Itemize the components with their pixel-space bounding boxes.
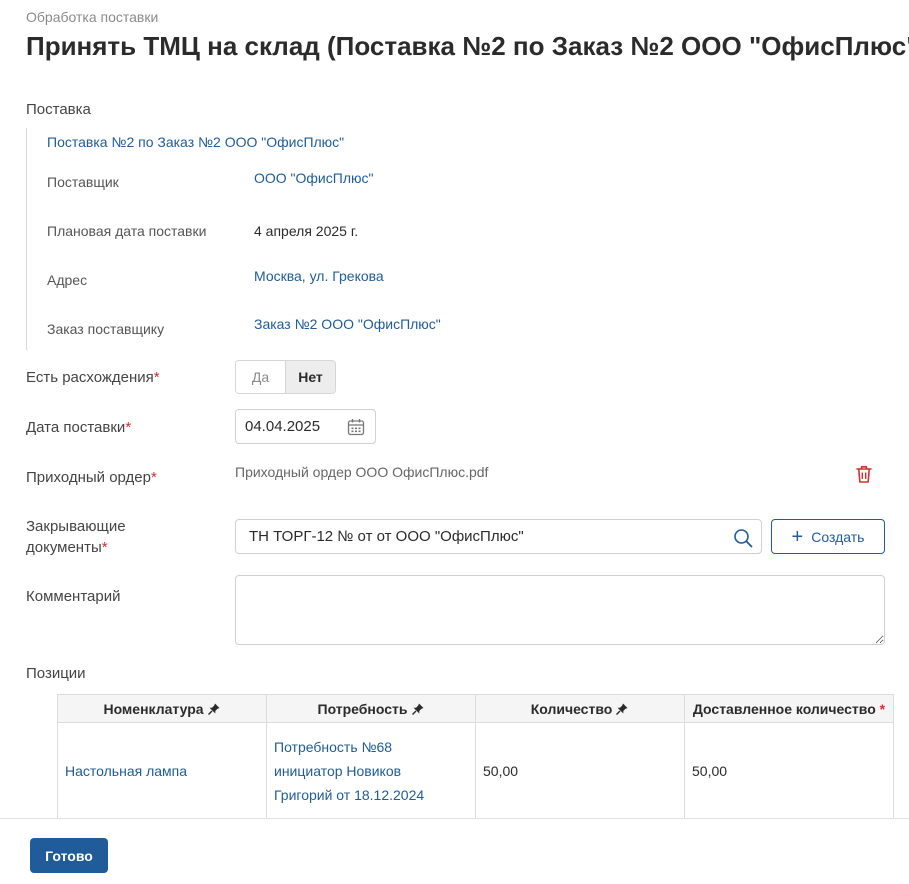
calendar-icon[interactable] — [347, 418, 365, 436]
address-label: Адрес — [47, 272, 88, 288]
nomenclature-cell[interactable]: Настольная лампа — [57, 722, 267, 819]
required-mark: * — [125, 419, 132, 436]
plus-icon: + — [791, 525, 804, 548]
closing-docs-label: Закрывающие документы* — [26, 518, 126, 556]
required-mark: * — [153, 369, 160, 386]
delivery-date-label: Дата поставки* — [26, 419, 132, 436]
discrepancies-label: Есть расхождения* — [26, 369, 160, 386]
supply-section-label: Поставка — [26, 101, 91, 118]
done-button[interactable]: Готово — [30, 838, 108, 873]
create-button-label: Создать — [811, 528, 865, 545]
comment-label: Комментарий — [26, 588, 121, 605]
breadcrumb: Обработка поставки — [26, 9, 159, 25]
supplier-order-label: Заказ поставщику — [47, 321, 165, 337]
required-mark: * — [151, 469, 157, 486]
comment-textarea[interactable] — [235, 575, 885, 645]
discrepancies-yes-option[interactable]: Да — [236, 361, 285, 393]
supply-link[interactable]: Поставка №2 по Заказ №2 ООО "ОфисПлюс" — [47, 134, 344, 150]
supplier-link[interactable]: ООО "ОфисПлюс" — [254, 170, 373, 186]
search-icon[interactable] — [733, 528, 753, 548]
create-button[interactable]: + Создать — [771, 519, 885, 554]
column-header-quantity[interactable]: Количество — [475, 694, 685, 723]
footer-bar: Готово — [0, 818, 909, 884]
pin-icon[interactable] — [615, 702, 629, 716]
required-mark: * — [879, 700, 886, 717]
positions-table: Номенклатура Потребность Количество Дост… — [57, 694, 894, 819]
required-mark: * — [101, 539, 108, 556]
closing-docs-value: ТН ТОРГ-12 № от от ООО "ОфисПлюс" — [249, 528, 524, 545]
planned-date-value: 4 апреля 2025 г. — [254, 223, 359, 239]
page-title: Принять ТМЦ на склад (Поставка №2 по Зак… — [26, 31, 909, 61]
column-header-need[interactable]: Потребность — [266, 694, 476, 723]
receipt-order-file[interactable]: Приходный ордер ООО ОфисПлюс.pdf — [235, 464, 488, 480]
delivered-quantity-cell[interactable]: 50,00 — [684, 722, 894, 819]
address-link[interactable]: Москва, ул. Грекова — [254, 268, 384, 284]
need-cell[interactable]: Потребность №68 инициатор Новиков Григор… — [266, 722, 476, 819]
supplier-label: Поставщик — [47, 174, 119, 190]
receipt-order-label: Приходный ордер* — [26, 469, 157, 486]
supply-details: Поставка №2 по Заказ №2 ООО "ОфисПлюс" П… — [26, 128, 526, 350]
positions-label: Позиции — [26, 665, 86, 682]
trash-icon[interactable] — [853, 463, 875, 485]
planned-date-label: Плановая дата поставки — [47, 223, 207, 239]
table-row: Настольная лампа Потребность №68 инициат… — [57, 722, 894, 819]
pin-icon[interactable] — [207, 702, 221, 716]
closing-docs-search-input[interactable]: ТН ТОРГ-12 № от от ООО "ОфисПлюс" — [235, 519, 762, 554]
discrepancies-toggle[interactable]: Да Нет — [235, 360, 336, 394]
table-header-row: Номенклатура Потребность Количество Дост… — [57, 694, 894, 723]
column-header-nomenclature[interactable]: Номенклатура — [57, 694, 267, 723]
column-header-delivered[interactable]: Доставленное количество * — [684, 694, 894, 723]
delivery-date-input[interactable]: 04.04.2025 — [235, 409, 376, 444]
discrepancies-no-option[interactable]: Нет — [285, 361, 335, 393]
delivery-date-value: 04.04.2025 — [245, 418, 321, 435]
supplier-order-link[interactable]: Заказ №2 ООО "ОфисПлюс" — [254, 316, 441, 332]
quantity-cell: 50,00 — [475, 722, 685, 819]
pin-icon[interactable] — [411, 702, 425, 716]
